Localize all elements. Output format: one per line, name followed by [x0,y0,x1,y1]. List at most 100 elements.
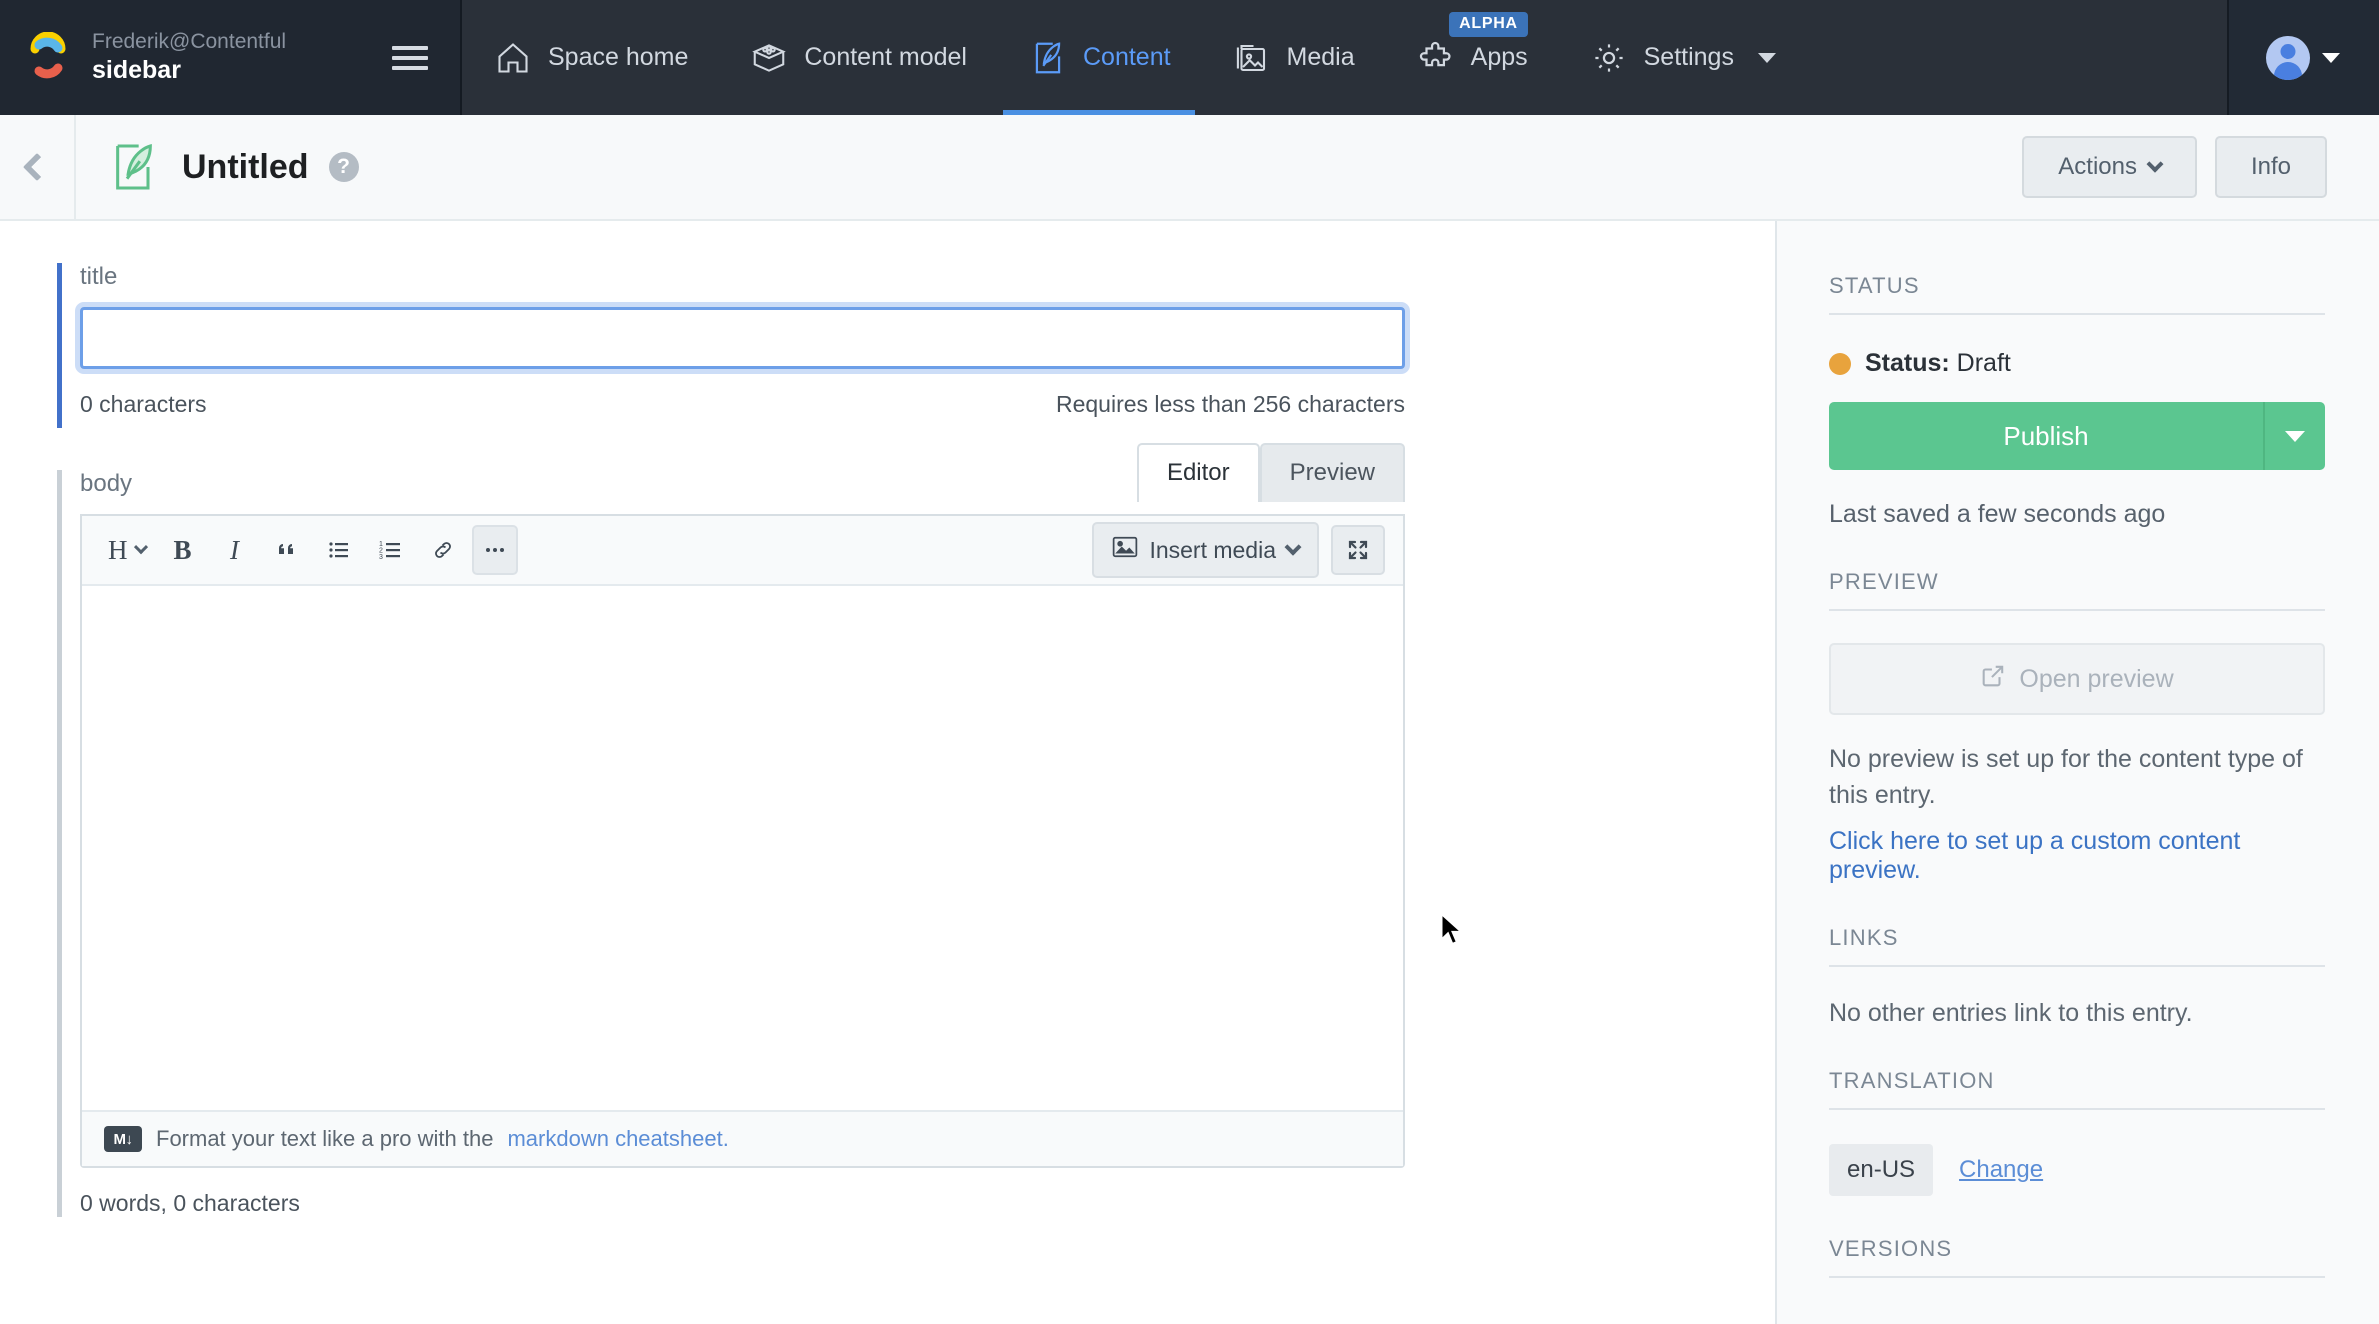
user-avatar-icon [2266,35,2310,80]
publish-dropdown-button[interactable] [2263,402,2325,470]
image-icon [1112,536,1138,564]
more-options-button[interactable] [471,525,518,575]
sidebar-section-preview-heading: PREVIEW [1829,569,2325,611]
nav-label: Apps [1470,43,1528,71]
contentful-logo-icon [22,31,74,84]
insert-media-button[interactable]: Insert media [1092,522,1319,578]
top-navigation-bar: Frederik@Contentful sidebar Space home C… [0,0,2379,115]
nav-item-content[interactable]: Content [997,0,1201,115]
entry-subheader: Untitled ? Actions Info [0,115,2379,221]
entry-editor-main: title 0 characters Requires less than 25… [0,221,1777,1324]
change-locale-link[interactable]: Change [1959,1156,2043,1184]
tab-editor[interactable]: Editor [1136,443,1260,502]
quote-button[interactable] [264,525,310,575]
markdown-cheatsheet-link[interactable]: markdown cheatsheet. [507,1126,728,1152]
svg-text:3: 3 [379,554,383,561]
heading-glyph: H [108,534,128,565]
field-body-header: body Editor Preview [80,443,1405,502]
subheader-actions: Actions Info [2022,136,2379,198]
markdown-toolbar: H B I 1 2 3 Insert media [82,516,1403,586]
locale-chip: en-US [1829,1144,1934,1196]
field-title-label: title [80,263,118,290]
publish-button[interactable]: Publish [1829,402,2263,470]
nav-label: Media [1286,43,1355,71]
chevron-down-icon [1757,52,1776,63]
body-word-count: 0 words, 0 characters [80,1190,300,1216]
italic-button[interactable]: I [212,525,258,575]
alpha-badge: ALPHA [1449,12,1528,37]
editor-preview-tabs: Editor Preview [1136,443,1405,502]
toolbar-right-group: Insert media [1092,522,1385,578]
expand-arrows-icon[interactable] [1331,525,1385,575]
nav-item-media[interactable]: Media [1201,0,1385,115]
sidebar-section-status-heading: STATUS [1829,273,2325,315]
setup-preview-link[interactable]: Click here to set up a custom content pr… [1829,827,2325,885]
entry-sidebar: STATUS Status: Draft Publish Last saved … [1777,221,2379,1324]
leaf-entry-icon [106,139,162,195]
sidebar-section-links-heading: LINKS [1829,925,2325,967]
primary-nav: Space home Content model Content Media A… [462,0,2227,115]
hamburger-icon[interactable] [392,43,428,73]
link-button[interactable] [420,525,466,575]
field-body: body Editor Preview H B I 1 2 3 Insert m… [0,443,1775,1217]
back-button[interactable] [0,115,76,219]
home-icon [492,37,534,79]
status-label-bold: Status: [1865,349,1950,377]
chevron-down-icon [2146,155,2164,173]
links-empty-text: No other entries link to this entry. [1829,999,2193,1027]
field-title-meta: 0 characters Requires less than 256 char… [80,391,1405,418]
info-button[interactable]: Info [2214,136,2327,198]
info-button-label: Info [2250,153,2291,180]
nav-item-settings[interactable]: Settings [1558,0,1806,115]
puzzle-icon [1415,37,1457,79]
ordered-list-button[interactable]: 1 2 3 [368,525,414,575]
content-entry-icon [1027,37,1069,79]
bold-button[interactable]: B [160,525,206,575]
chevron-down-icon [1284,538,1302,556]
nav-label: Content model [804,43,967,71]
status-row: Status: Draft [1829,349,2325,378]
heading-dropdown[interactable]: H [100,525,154,575]
insert-media-label: Insert media [1149,536,1276,563]
actions-button[interactable]: Actions [2022,136,2197,198]
account-menu[interactable] [2227,0,2379,115]
publish-control: Publish [1829,402,2325,470]
last-saved-text: Last saved a few seconds ago [1829,500,2166,528]
nav-label: Content [1082,43,1171,71]
gear-icon [1588,37,1630,79]
markdown-text-area[interactable] [82,586,1403,1110]
translation-row: en-US Change [1829,1144,2325,1196]
status-label: Status: Draft [1865,349,2011,378]
chevron-left-icon [22,152,52,182]
nav-item-space-home[interactable]: Space home [462,0,718,115]
sidebar-section-translation-heading: TRANSLATION [1829,1068,2325,1110]
open-preview-button[interactable]: Open preview [1829,643,2325,715]
page-title: Untitled [182,147,309,186]
actions-button-label: Actions [2058,153,2137,180]
status-dot-icon [1829,352,1851,375]
title-input[interactable] [75,302,1410,374]
media-icon [1231,37,1273,79]
space-name-label: sidebar [92,56,181,85]
unordered-list-button[interactable] [316,525,362,575]
space-selector[interactable]: Frederik@Contentful sidebar [0,0,462,115]
title-char-count: 0 characters [80,391,207,417]
tab-preview[interactable]: Preview [1259,443,1405,502]
nav-item-apps[interactable]: ALPHA Apps [1385,0,1558,115]
markdown-help-text: Format your text like a pro with the [156,1126,494,1151]
preview-description: No preview is set up for the content typ… [1829,745,2303,809]
field-focus-bar [57,263,62,428]
external-link-icon [1980,663,2006,696]
field-bar [57,470,62,1217]
content-model-icon [748,37,790,79]
field-title: title 0 characters Requires less than 25… [0,263,1775,428]
markdown-editor: H B I 1 2 3 Insert media M↓ Format your … [80,514,1405,1168]
title-validation-hint: Requires less than 256 characters [1055,391,1405,417]
open-preview-label: Open preview [2019,664,2174,693]
chevron-down-icon [133,540,148,555]
question-mark-icon[interactable]: ? [328,152,359,182]
space-org-label: Frederik@Contentful [92,30,287,54]
nav-item-content-model[interactable]: Content model [718,0,997,115]
nav-label: Settings [1643,43,1734,71]
chevron-down-icon [2285,430,2305,442]
